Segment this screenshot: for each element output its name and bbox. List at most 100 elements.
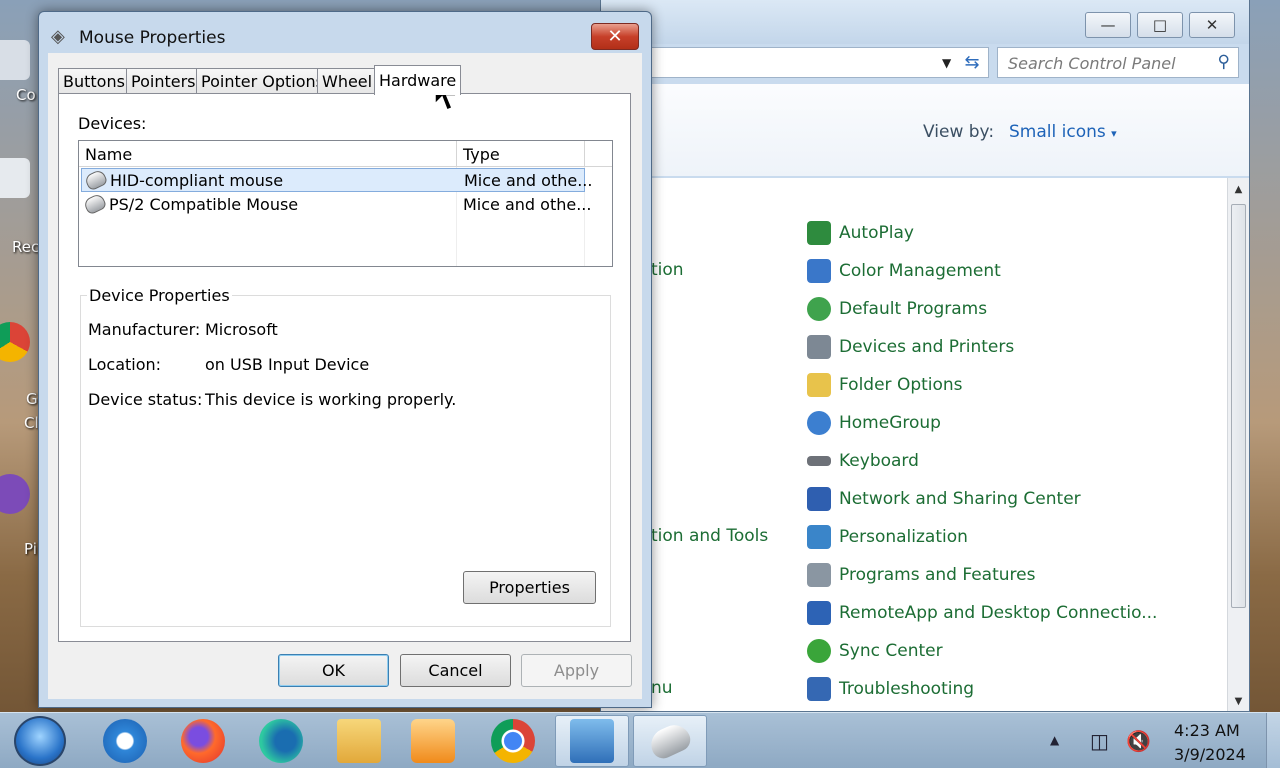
mouse-properties-icon [645,719,695,763]
column-divider[interactable] [456,141,457,167]
chevron-down-icon[interactable]: ▼ [942,56,951,70]
refresh-button[interactable]: ⇆ [957,47,987,78]
button-label: Properties [489,578,570,597]
desktop-icon-label: G [26,390,38,408]
device-status-label: Device status: [88,390,203,409]
tab-buttons[interactable]: Buttons [58,68,130,94]
cp-item-folder-options[interactable]: Folder Options [807,370,963,400]
view-by-label: View by: [923,122,995,142]
cancel-button[interactable]: Cancel [400,654,511,687]
address-bar[interactable]: ▼ [601,47,989,78]
desktop-icon-pi[interactable]: Pi [0,474,40,558]
cp-item-keyboard[interactable]: Keyboard [807,446,919,476]
recycle-bin-icon [0,158,30,198]
cp-item-homegroup[interactable]: HomeGroup [807,408,941,438]
maximize-button[interactable]: □ [1137,12,1183,38]
cp-item-remoteapp[interactable]: RemoteApp and Desktop Connectio... [807,598,1157,628]
location-value: on USB Input Device [205,355,370,374]
cp-item-devices-and-printers[interactable]: Devices and Printers [807,332,1014,362]
device-row[interactable]: HID-compliant mouse Mice and othe... [81,168,592,192]
desktop-icon-computer[interactable]: Co [0,40,40,104]
close-icon: ✕ [607,26,623,47]
cp-item-default-programs[interactable]: Default Programs [807,294,987,324]
cp-item-label: Devices and Printers [839,337,1015,357]
tab-pointer-options[interactable]: Pointer Options [196,68,329,94]
taskbar-internet-explorer[interactable] [88,715,162,767]
cp-item-autoplay[interactable]: AutoPlay [807,218,914,248]
show-desktop-button[interactable] [1266,713,1280,768]
file-explorer-icon [337,719,381,763]
remoteapp-icon [807,601,831,625]
maximize-icon: □ [1152,16,1168,34]
taskbar-mouse-properties[interactable] [633,715,707,767]
taskbar-media-player[interactable] [396,715,470,767]
personalization-icon [807,525,831,549]
search-input[interactable]: Search Control Panel ⚲ [997,47,1239,78]
mouse-icon [83,168,109,192]
column-header-type[interactable]: Type [463,145,500,164]
dialog-body: Buttons Pointers Pointer Options Wheel H… [48,53,642,699]
ok-button[interactable]: OK [278,654,389,687]
properties-button[interactable]: Properties [463,571,596,604]
search-icon[interactable]: ⚲ [1218,52,1230,72]
mouse-icon [82,192,108,216]
taskbar-firefox[interactable] [166,715,240,767]
control-panel-header: View by: Small icons ▾ [601,84,1249,176]
cp-item-label: RemoteApp and Desktop Connectio... [839,603,1158,623]
volume-muted-icon[interactable]: 🔇 [1126,729,1151,753]
apply-button[interactable]: Apply [521,654,632,687]
printer-icon [807,335,831,359]
network-icon [807,487,831,511]
scrollbar-thumb[interactable] [1231,204,1246,608]
vertical-scrollbar[interactable]: ▲ ▼ [1227,178,1249,711]
control-panel-item[interactable]: tion [651,260,684,280]
device-name: HID-compliant mouse [110,171,284,190]
taskbar-control-panel[interactable] [555,715,629,767]
taskbar-edge[interactable] [244,715,318,767]
tab-pointers[interactable]: Pointers [126,68,201,94]
device-row[interactable]: PS/2 Compatible Mouse Mice and othe... [81,192,591,217]
taskbar-chrome[interactable] [476,715,550,767]
column-header-name[interactable]: Name [85,145,132,164]
tab-label: Pointer Options [201,72,324,91]
taskbar: ▲ ◫ 🔇 4:23 AM 3/9/2024 [0,712,1280,768]
cp-item-label: Folder Options [839,375,963,395]
cp-item-personalization[interactable]: Personalization [807,522,968,552]
keyboard-icon [807,456,831,466]
cp-item-programs-and-features[interactable]: Programs and Features [807,560,1035,590]
cp-item-color-management[interactable]: Color Management [807,256,1001,286]
chrome-icon [491,719,535,763]
close-button[interactable]: ✕ [591,23,639,50]
desktop-icon-recycle-bin[interactable]: Rec [0,158,40,256]
computer-icon [0,40,30,80]
network-tray-icon[interactable]: ◫ [1090,729,1109,753]
column-divider[interactable] [584,141,585,167]
cp-item-troubleshooting[interactable]: Troubleshooting [807,674,974,704]
clock-time[interactable]: 4:23 AM [1174,721,1240,740]
close-button[interactable]: ✕ [1189,12,1235,38]
default-programs-icon [807,297,831,321]
desktop-icon-google-chrome[interactable]: G Cl [0,322,40,432]
cp-item-label: Sync Center [839,641,943,661]
chevron-down-icon: ▾ [1111,127,1117,140]
scroll-up-icon[interactable]: ▲ [1228,184,1249,195]
cp-item-label: Network and Sharing Center [839,489,1081,509]
control-panel-titlebar[interactable]: — □ ✕ [601,0,1249,44]
search-placeholder: Search Control Panel [1008,54,1176,73]
minimize-button[interactable]: — [1085,12,1131,38]
scroll-down-icon[interactable]: ▼ [1228,696,1249,707]
control-panel-item[interactable]: tion and Tools [651,526,768,546]
cp-item-network-and-sharing-center[interactable]: Network and Sharing Center [807,484,1081,514]
app-icon [0,474,30,514]
clock-date[interactable]: 3/9/2024 [1174,745,1246,764]
view-by-dropdown[interactable]: Small icons ▾ [1009,122,1117,142]
tab-wheel[interactable]: Wheel [317,68,378,94]
devices-list[interactable]: Name Type HID-compliant mouse Mice and o… [78,140,613,267]
control-panel-item[interactable]: nu [651,678,673,698]
show-hidden-icons-button[interactable]: ▲ [1050,733,1059,747]
tab-hardware[interactable]: Hardware [374,65,462,95]
cp-item-sync-center[interactable]: Sync Center [807,636,943,666]
start-button[interactable] [14,716,66,766]
mouse-properties-dialog: ◈ Mouse Properties ✕ Buttons Pointers Po… [38,11,652,708]
taskbar-file-explorer[interactable] [322,715,396,767]
